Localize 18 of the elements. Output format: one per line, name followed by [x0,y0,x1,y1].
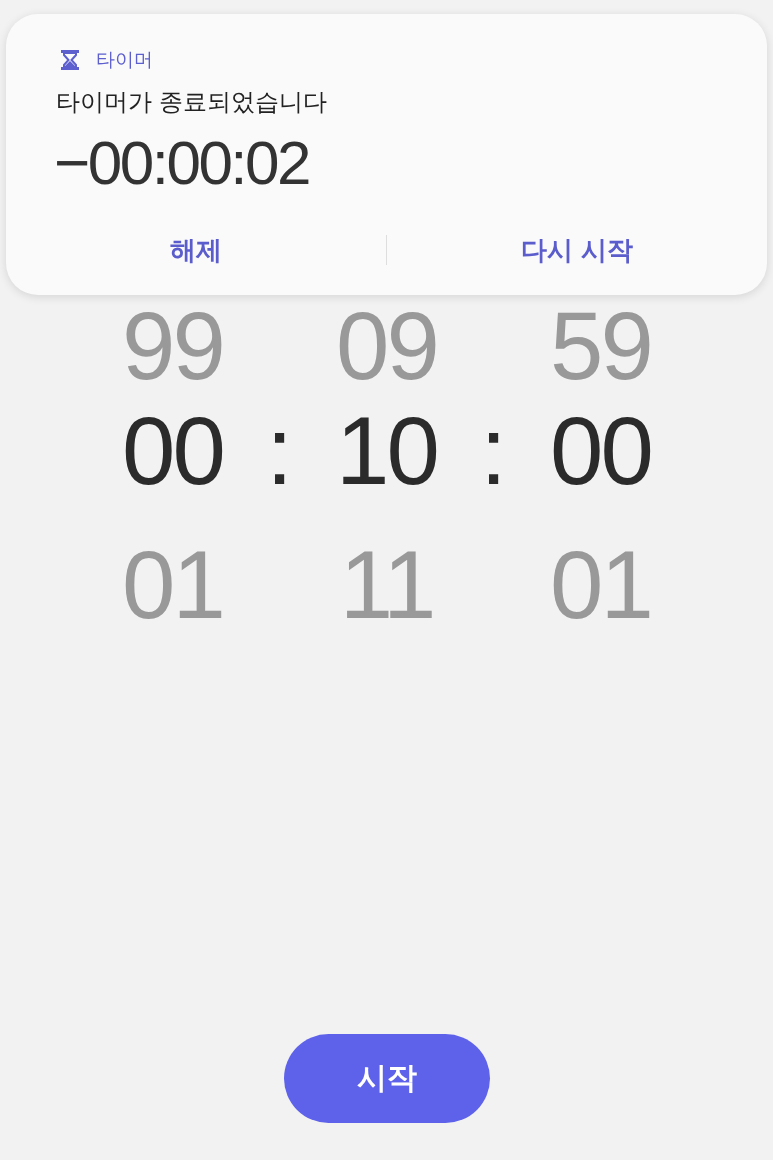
picker-current-value[interactable]: 00 [122,403,223,499]
picker-next-value[interactable]: 01 [550,537,651,633]
picker-next-value[interactable]: 11 [339,537,434,633]
time-separator: : [480,403,507,499]
hourglass-icon [61,50,79,70]
notification-message: 타이머가 종료되었습니다 [56,87,327,117]
notification-action-button[interactable]: 다시 시작 [387,222,767,278]
picker-previous-value[interactable]: 09 [336,298,437,394]
start-button[interactable]: 시작 [283,1034,490,1123]
overtime-readout: −00:00:02 [54,132,310,194]
picker-current-value[interactable]: 00 [550,403,651,499]
time-separator: : [266,403,293,499]
notification-action-button[interactable]: 해제 [6,222,386,278]
app-name: 타이머 [96,48,153,72]
picker-current-value[interactable]: 10 [336,403,437,499]
picker-previous-value[interactable]: 99 [122,298,223,394]
picker-next-value[interactable]: 01 [122,537,223,633]
picker-previous-value[interactable]: 59 [550,298,651,394]
